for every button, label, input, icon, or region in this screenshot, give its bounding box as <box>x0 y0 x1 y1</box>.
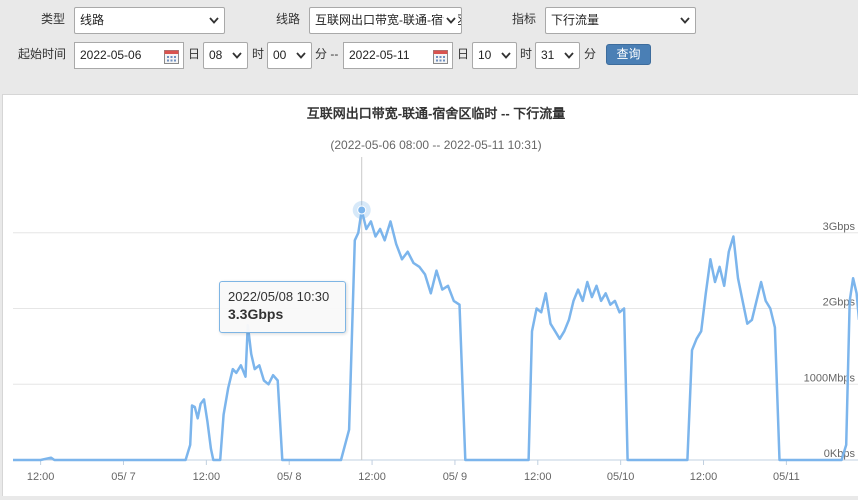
chart-title: 互联网出口带宽-联通-宿舍区临时 -- 下行流量 <box>307 106 566 121</box>
calendar-icon[interactable] <box>164 48 179 64</box>
x-tick-label: 05/11 <box>773 471 800 483</box>
chevron-down-icon <box>562 43 576 68</box>
y-tick-label: 3Gbps <box>823 221 856 233</box>
chart-panel: 互联网出口带宽-联通-宿舍区临时 -- 下行流量 (2022-05-06 08:… <box>2 94 858 496</box>
tooltip-time: 2022/05/08 10:30 <box>228 289 330 304</box>
chevron-down-icon <box>678 8 692 33</box>
traffic-chart: 互联网出口带宽-联通-宿舍区临时 -- 下行流量 (2022-05-06 08:… <box>13 106 858 483</box>
chevron-down-icon <box>230 43 244 68</box>
end-date-value: 2022-05-11 <box>349 48 410 62</box>
end-minute-value: 31 <box>541 48 555 62</box>
chevron-down-icon <box>207 8 221 33</box>
query-button[interactable]: 查询 <box>606 44 651 65</box>
line-label: 线路 <box>276 12 301 26</box>
end-hour-value: 10 <box>478 48 492 62</box>
x-tick-label: 12:00 <box>524 471 552 483</box>
x-tick-label: 12:00 <box>690 471 718 483</box>
x-tick-label: 12:00 <box>27 471 55 483</box>
start-date-input[interactable]: 2022-05-06 <box>74 42 184 69</box>
x-tick-label: 05/ 9 <box>443 471 467 483</box>
x-tick-label: 05/ 8 <box>277 471 301 483</box>
x-tick-label: 05/10 <box>607 471 635 483</box>
chart-subtitle: (2022-05-06 08:00 -- 2022-05-11 10:31) <box>330 138 541 152</box>
minute-unit-separator: 分 -- <box>315 47 339 61</box>
line-select-value: 互联网出口带宽-联通-宿舍区临时 <box>315 13 461 27</box>
start-minute-select[interactable]: 00 <box>267 42 312 69</box>
tooltip-value: 3.3Gbps <box>228 306 284 322</box>
metric-select-value: 下行流量 <box>551 13 600 27</box>
filter-toolbar: 类型 线路 线路 互联网出口带宽-联通-宿舍区临时 指标 下行流量 起始时间 2… <box>0 0 858 80</box>
start-time-label: 起始时间 <box>18 47 67 61</box>
end-day-unit: 日 <box>457 47 470 61</box>
metric-select[interactable]: 下行流量 <box>545 7 696 34</box>
line-select[interactable]: 互联网出口带宽-联通-宿舍区临时 <box>309 7 462 34</box>
chart-tooltip: 2022/05/08 10:30 3.3Gbps <box>219 281 346 333</box>
start-hour-select[interactable]: 08 <box>203 42 248 69</box>
x-tick-label: 12:00 <box>193 471 221 483</box>
end-minute-select[interactable]: 31 <box>535 42 580 69</box>
chevron-down-icon <box>294 43 308 68</box>
end-hour-unit: 时 <box>520 47 533 61</box>
start-hour-value: 08 <box>209 48 223 62</box>
end-minute-unit: 分 <box>584 47 597 61</box>
x-tick-label: 12:00 <box>358 471 386 483</box>
y-tick-label: 0Kbps <box>824 448 856 460</box>
start-minute-value: 00 <box>273 48 287 62</box>
end-hour-select[interactable]: 10 <box>472 42 517 69</box>
type-select[interactable]: 线路 <box>74 7 225 34</box>
start-date-value: 2022-05-06 <box>80 48 142 62</box>
end-date-input[interactable]: 2022-05-11 <box>343 42 453 69</box>
chevron-down-icon <box>499 43 513 68</box>
x-tick-label: 05/ 7 <box>111 471 135 483</box>
metric-label: 指标 <box>512 12 537 26</box>
chevron-down-icon <box>444 8 458 33</box>
hover-point[interactable] <box>357 205 367 215</box>
calendar-icon[interactable] <box>433 48 448 64</box>
day-unit: 日 <box>188 47 201 61</box>
type-label: 类型 <box>41 12 66 26</box>
series-line <box>13 208 858 462</box>
type-select-value: 线路 <box>80 13 105 27</box>
hour-unit: 时 <box>252 47 265 61</box>
